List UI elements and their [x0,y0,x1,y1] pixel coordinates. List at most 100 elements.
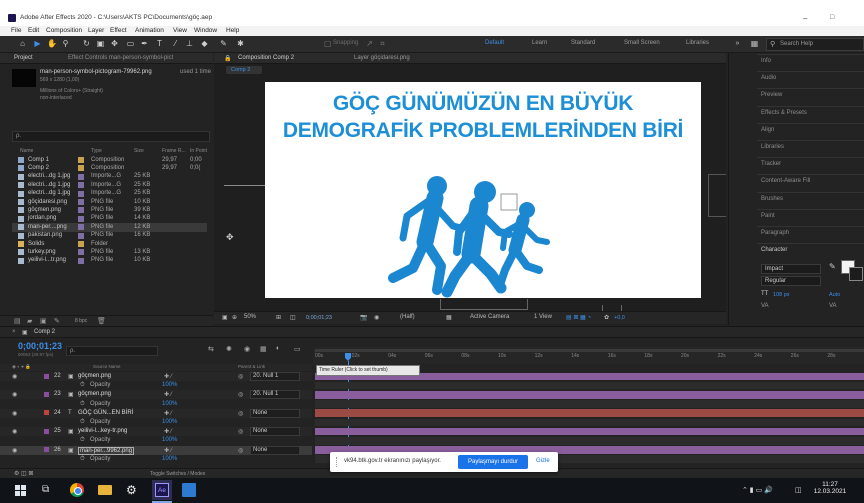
zoom-dropdown[interactable]: 50% [244,314,256,320]
puppet-tool-icon[interactable]: ✱ [236,39,245,48]
label-color-swatch[interactable] [78,157,84,163]
project-item[interactable]: Comp 2 Composition 29,97 0;0( [12,164,207,172]
transparency-grid-icon[interactable]: ▦ [446,314,452,321]
exposure-value[interactable]: +0,0 [614,315,625,321]
workspace-learn[interactable]: Learn [532,40,547,46]
eyedropper-icon[interactable]: ✎ [829,262,836,271]
timeline-search-input[interactable]: ρ. [66,346,158,356]
snapshot-icon[interactable]: 📷 [360,314,367,321]
graph-editor-icon[interactable]: ▭ [294,345,301,353]
project-item[interactable]: turkey.png PNG file 13 KB [12,248,207,256]
workspace-overflow-icon[interactable]: » [733,39,742,48]
label-color-swatch[interactable] [78,190,84,197]
snap-features-icon[interactable]: ⌗ [378,39,387,48]
panel-paint[interactable]: Paint [761,213,775,219]
interpret-footage-icon[interactable]: ▤ [14,317,21,325]
grid-icon[interactable]: ⊞ [276,314,281,321]
menu-edit[interactable]: Edit [28,27,39,34]
task-view-icon[interactable]: ⧉ [42,483,56,497]
project-item[interactable]: Solids Folder [12,240,207,248]
panel-info[interactable]: Info [761,58,771,64]
fast-previews-icon[interactable]: ▤ ⊠ ▦ ◔ [566,314,591,321]
close-tab-icon[interactable]: × [12,329,16,335]
project-item[interactable]: pakistan.png PNG file 16 KB [12,232,207,240]
taskbar-clock[interactable]: 11:27 12.03.2021 [812,481,848,495]
column-parent-link[interactable]: Parent & Link [238,364,265,369]
hand-tool-icon[interactable]: ✋ [47,39,57,48]
rotate-tool-icon[interactable]: ↻ [82,39,91,48]
comp-subtab[interactable]: Comp 2 [226,66,262,74]
label-color-swatch[interactable] [78,215,84,222]
menu-animation[interactable]: Animation [135,27,164,34]
project-item[interactable]: man-per....png PNG file 12 KB [12,223,207,232]
layer-duration-bar[interactable] [315,427,864,436]
search-help-field[interactable]: ⚲ Search Help [766,38,864,51]
menu-window[interactable]: Window [194,27,217,34]
anchor-point-icon[interactable]: ✥ [226,233,234,242]
snapping-checkbox[interactable]: ▢ [324,39,332,48]
frame-blending-icon[interactable]: ▦ [260,345,267,353]
snap-options-icon[interactable]: ↗ [365,39,374,48]
workspace-standard[interactable]: Standard [571,40,595,46]
pen-tool-icon[interactable]: ✒ [140,39,149,48]
timeline-timecode[interactable]: 0;00;01;23 [18,341,62,351]
label-color-swatch[interactable] [78,241,84,247]
panel-preview[interactable]: Preview [761,92,782,98]
layer-duration-bar[interactable] [315,391,864,399]
menu-help[interactable]: Help [226,27,239,34]
tab-composition[interactable]: Composition Comp 2 [238,55,294,61]
selection-tool-icon[interactable]: ▶ [33,39,42,48]
delete-icon[interactable]: 🗑 [97,317,106,325]
project-item[interactable]: electri...dg 1.jpg Importe...G 25 KB [12,190,207,198]
drag-handle[interactable] [336,457,340,467]
camera-tool-icon[interactable]: ▣ [96,39,105,48]
tab-project[interactable]: Project [14,55,33,61]
maximize-button[interactable]: □ [830,14,834,21]
project-item[interactable]: göçidaresi.png PNG file 10 KB [12,198,207,206]
zoom-tool-icon[interactable]: ⚲ [61,39,70,48]
leading-value[interactable]: Auto [829,292,840,298]
mask-visibility-icon[interactable]: ⊕ [232,314,237,321]
panel-align[interactable]: Align [761,127,774,133]
time-ruler[interactable]: 00s 02s 04s 06s 08s 10s 12s 14s 16s 18s 20s 22s 24s 2… [313,347,864,364]
label-color-swatch[interactable] [78,224,84,231]
menu-layer[interactable]: Layer [88,27,104,34]
timeline-footer-icons[interactable]: ⚙ ◫ ⊠ [14,470,33,477]
type-tool-icon[interactable]: T [155,39,164,48]
project-item[interactable]: Comp 1 Composition 29,97 0;00 [12,156,207,164]
region-of-interest-icon[interactable]: ◫ [290,314,296,321]
composition-canvas[interactable]: GÖÇ GÜNÜMÜZÜN EN BÜYÜK DEMOGRAFİK PROBLE… [265,82,701,298]
new-composition-icon[interactable]: ▣ [40,317,47,325]
project-search-input[interactable]: ρ. [12,131,210,142]
project-item[interactable]: electri...dg 1.jpg Importe...G 25 KB [12,181,207,189]
label-color-swatch[interactable] [78,232,84,239]
label-color-swatch[interactable] [78,173,84,180]
timeline-tab[interactable]: Comp 2 [34,329,55,335]
project-item[interactable]: electri...dg 1.jpg Importe...G 25 KB [12,173,207,181]
preview-options-icon[interactable]: ▣ [222,314,228,321]
stop-sharing-button[interactable]: Paylaşmayı durdur [458,455,528,469]
tracking-icon[interactable]: VA [829,303,837,309]
panel-audio[interactable]: Audio [761,75,776,81]
after-effects-taskbar-button[interactable]: Ae [152,480,172,500]
view-layout-dropdown[interactable]: 1 View [534,314,552,320]
menu-composition[interactable]: Composition [46,27,82,34]
panel-content-aware-fill[interactable]: Content-Aware Fill [761,178,810,184]
panel-libraries[interactable]: Libraries [761,144,784,150]
project-item[interactable]: göçmen.png PNG file 39 KB [12,206,207,214]
label-color-swatch[interactable] [78,199,84,205]
reset-exposure-icon[interactable]: ✿ [604,314,609,321]
new-folder-icon[interactable]: ▰ [27,317,32,325]
panel-brushes[interactable]: Brushes [761,196,783,202]
panel-tracker[interactable]: Tracker [761,161,781,167]
column-name[interactable]: Name [20,148,33,154]
workspace-default[interactable]: Default [485,40,504,46]
clone-stamp-tool-icon[interactable]: ⊥ [185,39,194,48]
toggle-switches-modes[interactable]: Toggle Switches / Modes [150,471,205,477]
chrome-icon[interactable] [70,483,84,497]
stroke-color-swatch[interactable] [849,267,863,281]
windows-start-icon[interactable] [14,483,28,497]
layer-duration-bar[interactable] [315,409,864,417]
label-color-swatch[interactable] [78,207,84,214]
label-color-swatch[interactable] [78,257,84,264]
